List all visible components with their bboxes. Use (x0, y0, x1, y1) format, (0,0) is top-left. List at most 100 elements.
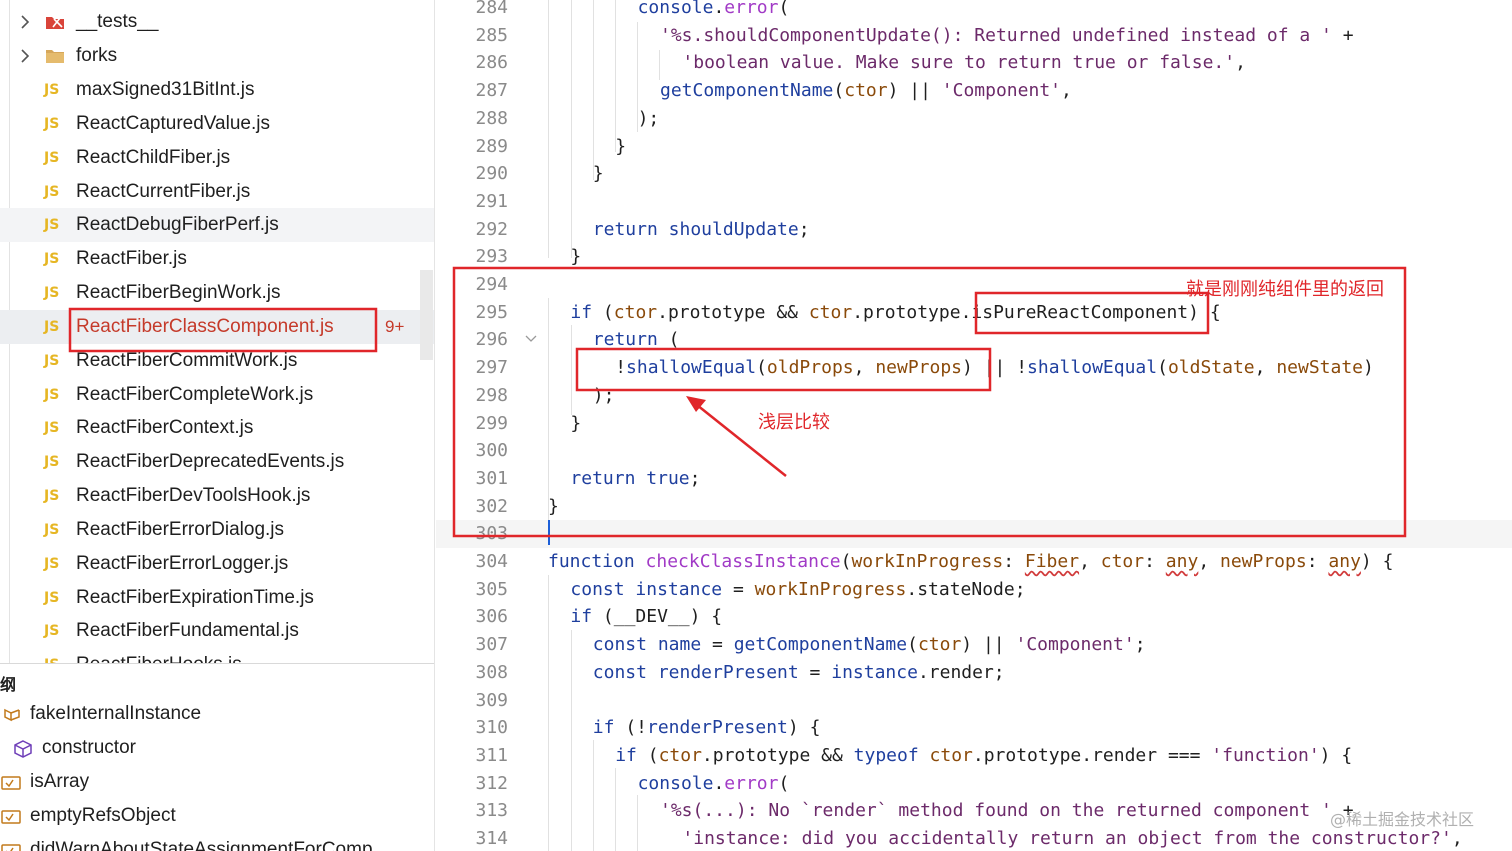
code-line[interactable]: 287 getComponentName(ctor) || 'Component'… (436, 77, 1512, 105)
line-number[interactable]: 295 (436, 302, 508, 324)
tree-file[interactable]: JS ReactFiberDeprecatedEvents.js (0, 445, 434, 479)
line-number[interactable]: 287 (436, 80, 508, 102)
tree-file[interactable]: JS ReactChildFiber.js (0, 141, 434, 175)
outline-title[interactable]: 纲 (0, 671, 16, 695)
code-line[interactable]: 311 if (ctor.prototype && typeof ctor.pro… (436, 742, 1512, 770)
line-number[interactable]: 288 (436, 108, 508, 130)
line-number[interactable]: 308 (436, 662, 508, 684)
code-line[interactable]: 302} (436, 493, 1512, 521)
fold-chevron-icon[interactable] (524, 332, 538, 346)
tree-file[interactable]: JS ReactCapturedValue.js (0, 107, 434, 141)
line-number[interactable]: 294 (436, 274, 508, 296)
line-number[interactable]: 302 (436, 496, 508, 518)
tree-file[interactable]: JS ReactFiberCompleteWork.js (0, 378, 434, 412)
outline-item[interactable]: isArray (0, 766, 434, 800)
tree-file[interactable]: JS ReactFiberCommitWork.js (0, 344, 434, 378)
tree-file[interactable]: JS ReactDebugFiberPerf.js (0, 208, 434, 242)
code-line[interactable]: 299} (436, 410, 1512, 438)
tree-file[interactable]: JS ReactCurrentFiber.js (0, 175, 434, 209)
code-line[interactable]: 295 if (ctor.prototype && ctor.prototype.… (436, 299, 1512, 327)
line-number[interactable]: 286 (436, 52, 508, 74)
code-line[interactable]: 291 (436, 188, 1512, 216)
code-line[interactable]: 306 if (__DEV__) { (436, 603, 1512, 631)
code-line[interactable]: 296 return ( (436, 326, 1512, 354)
line-number[interactable]: 304 (436, 551, 508, 573)
line-number[interactable]: 306 (436, 606, 508, 628)
line-number[interactable]: 310 (436, 717, 508, 739)
code-line[interactable]: 301 return true; (436, 465, 1512, 493)
line-number[interactable]: 297 (436, 357, 508, 379)
code-line[interactable]: 286 'boolean value. Make sure to return t… (436, 49, 1512, 77)
javascript-file-icon: JS (44, 285, 60, 301)
line-number[interactable]: 309 (436, 690, 508, 712)
tree-file[interactable]: JS ReactFiberBeginWork.js (0, 276, 434, 310)
line-number[interactable]: 291 (436, 191, 508, 213)
line-number[interactable]: 303 (436, 523, 508, 545)
line-number[interactable]: 313 (436, 800, 508, 822)
line-number[interactable]: 289 (436, 136, 508, 158)
code-line[interactable]: 304 function checkClassInstance(workInPro… (436, 548, 1512, 576)
tree-file[interactable]: JSReactFiberHooks.js (0, 648, 434, 663)
tree-item-label: ReactFiber.js (76, 248, 187, 269)
code-line[interactable]: 307 const name = getComponentName(ctor) |… (436, 631, 1512, 659)
code-line[interactable]: 310 if (!renderPresent) { (436, 714, 1512, 742)
code-line[interactable]: 308 const renderPresent = instance.render… (436, 659, 1512, 687)
code-editor[interactable]: 284 console.error( 285 '%s.shouldComponentU… (436, 0, 1512, 851)
code-line[interactable]: 305 const instance = workInProgress.state… (436, 576, 1512, 604)
code-line[interactable]: 300 (436, 437, 1512, 465)
line-number[interactable]: 285 (436, 25, 508, 47)
tree-item-label: ReactFiberDeprecatedEvents.js (76, 451, 345, 472)
code-line[interactable]: 284 console.error( (436, 0, 1512, 22)
javascript-file-icon: JS (44, 590, 60, 606)
outline-item[interactable]: constructor (0, 732, 434, 766)
code-line[interactable]: 288); (436, 105, 1512, 133)
chevron-right-icon[interactable] (16, 13, 34, 31)
tree-folder[interactable]: __tests__ (0, 5, 434, 39)
code-line[interactable]: 292 return shouldUpdate; (436, 216, 1512, 244)
chevron-right-icon[interactable] (16, 47, 34, 65)
code-line[interactable]: 309 (436, 687, 1512, 715)
line-number[interactable]: 301 (436, 468, 508, 490)
tree-file[interactable]: JS maxSigned31BitInt.js (0, 73, 434, 107)
code-line[interactable]: 312 console.error( (436, 770, 1512, 798)
javascript-file-icon: JS (44, 556, 60, 572)
tree-file[interactable]: JS ReactFiberDevToolsHook.js (0, 479, 434, 513)
outline-item[interactable]: emptyRefsObject (0, 800, 434, 834)
tree-file[interactable]: JS ReactFiberClassComponent.js 9+ (0, 310, 434, 344)
line-number[interactable]: 293 (436, 246, 508, 268)
code-line[interactable]: 293} (436, 243, 1512, 271)
code-line[interactable]: 285 '%s.shouldComponentUpdate(): Returned… (436, 22, 1512, 50)
code-line[interactable]: 298); (436, 382, 1512, 410)
tree-file[interactable]: JS ReactFiberFundamental.js (0, 614, 434, 648)
code-line[interactable]: 294 (436, 271, 1512, 299)
tree-file[interactable]: JS ReactFiberErrorLogger.js (0, 547, 434, 581)
line-number[interactable]: 292 (436, 219, 508, 241)
tree-folder[interactable]: forks (0, 39, 434, 73)
line-number[interactable]: 284 (436, 0, 508, 19)
line-number[interactable]: 300 (436, 440, 508, 462)
line-number[interactable]: 305 (436, 579, 508, 601)
code-line[interactable]: 290} (436, 160, 1512, 188)
tree-file[interactable]: JS ReactFiberErrorDialog.js (0, 513, 434, 547)
line-number[interactable]: 307 (436, 634, 508, 656)
line-number[interactable]: 299 (436, 413, 508, 435)
line-number[interactable]: 311 (436, 745, 508, 767)
tree-file[interactable]: JS ReactFiberExpirationTime.js (0, 581, 434, 615)
explorer-scrollbar[interactable] (420, 270, 433, 360)
tree-item-label: ReactFiberContext.js (76, 417, 254, 438)
code-text: console.error( (637, 0, 790, 18)
code-text: if (ctor.prototype && ctor.prototype.isP… (570, 301, 1221, 323)
line-number[interactable]: 296 (436, 329, 508, 351)
code-text: return ( (592, 329, 680, 351)
code-line[interactable]: 297 !shallowEqual(oldProps, newProps) || … (436, 354, 1512, 382)
line-number[interactable]: 314 (436, 828, 508, 850)
tree-file[interactable]: JS ReactFiber.js (0, 242, 434, 276)
code-line[interactable]: 303 (436, 520, 1512, 548)
line-number[interactable]: 298 (436, 385, 508, 407)
outline-item[interactable]: didWarnAboutStateAssignmentForComp (0, 834, 434, 851)
outline-item[interactable]: fakeInternalInstance (0, 698, 434, 732)
code-line[interactable]: 289} (436, 133, 1512, 161)
line-number[interactable]: 312 (436, 773, 508, 795)
line-number[interactable]: 290 (436, 163, 508, 185)
tree-file[interactable]: JS ReactFiberContext.js (0, 411, 434, 445)
